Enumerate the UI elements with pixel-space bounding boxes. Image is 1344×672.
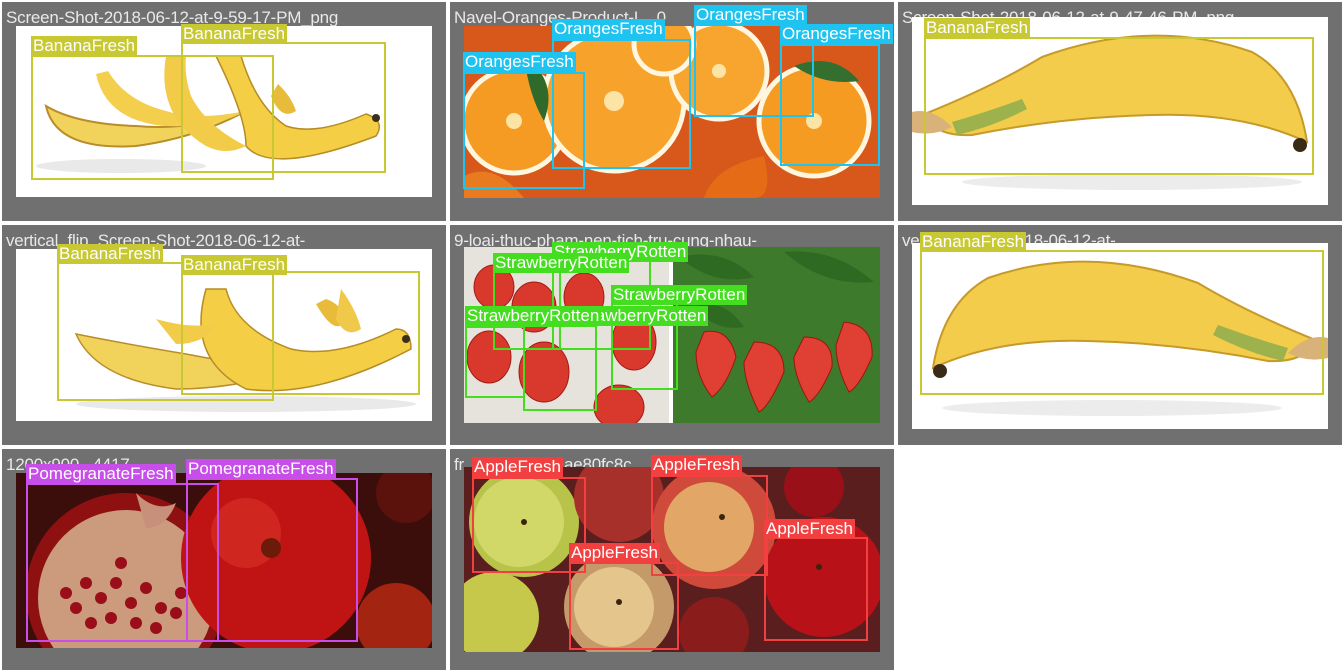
mosaic-tile: 9-loai-thuc-pham-nen-tich-tru-cung-nhau- <box>450 225 894 445</box>
mosaic-tile: Screen-Shot-2018-06-12-at-9-47-46-PM_png… <box>898 2 1342 221</box>
detection-box <box>651 475 768 576</box>
detection-label: OrangesFresh <box>780 24 893 44</box>
detection-label: AppleFresh <box>651 455 742 475</box>
detection-box <box>920 250 1324 395</box>
detection-label: BananaFresh <box>924 18 1031 38</box>
detection-label: AppleFresh <box>569 543 660 563</box>
mosaic-tile: fr...06-cf412...aae80fc8c AppleFresh App… <box>450 449 894 670</box>
detection-label: PomegranateFresh <box>186 459 336 479</box>
detection-box <box>924 37 1314 175</box>
detection-box <box>181 42 386 173</box>
mosaic-tile: ve...een-Shot-2018-06-12-at- BananaFresh <box>898 225 1342 445</box>
detection-label: OrangesFresh <box>694 5 807 25</box>
detection-label: BananaFresh <box>920 232 1027 252</box>
detection-label: BananaFresh <box>57 244 164 264</box>
mosaic-tile: Screen-Shot-2018-06-12-at-9-59-17-PM_png… <box>2 2 446 221</box>
detection-box <box>523 325 597 411</box>
detection-label: OrangesFresh <box>463 52 576 72</box>
detection-label: BananaFresh <box>31 36 138 56</box>
detection-label: StrawberryRotten <box>465 306 602 326</box>
detection-label: AppleFresh <box>764 519 855 539</box>
detection-box <box>569 562 679 650</box>
mosaic-tile: Navel-Oranges-Product-L...0 OrangesFresh… <box>450 2 894 221</box>
detection-label: BananaFresh <box>181 255 288 275</box>
image-filename: Screen-Shot-2018-06-12-at-9-59-17-PM_png <box>6 8 339 27</box>
detection-box <box>465 326 525 398</box>
detection-label: StrawberryRotten <box>493 253 630 273</box>
mosaic-tile: 1200x900...4417 PomegranateFresh Pomegra… <box>2 449 446 670</box>
detection-box <box>764 537 868 641</box>
detection-label: BananaFresh <box>181 24 288 44</box>
detection-label: StrawberryRotten <box>611 285 748 305</box>
detection-label: PomegranateFresh <box>26 464 176 484</box>
detection-box <box>186 478 358 642</box>
detection-label: OrangesFresh <box>552 19 665 39</box>
mosaic-tile: vertical_flip_Screen-Shot-2018-06-12-at-… <box>2 225 446 445</box>
detection-box <box>181 271 420 395</box>
detection-label: AppleFresh <box>472 457 563 477</box>
detection-box <box>780 44 880 166</box>
